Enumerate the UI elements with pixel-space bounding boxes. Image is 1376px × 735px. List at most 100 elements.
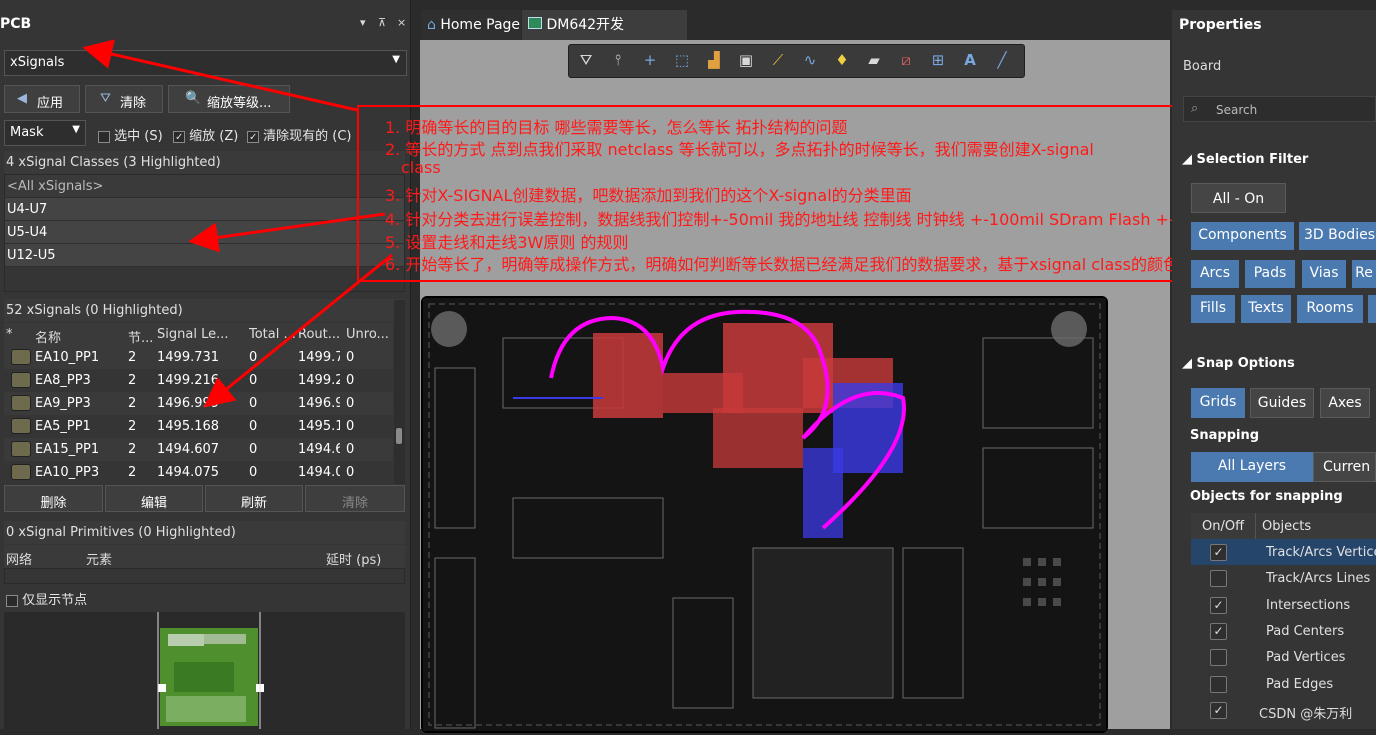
snap-axes-button[interactable]: Axes (1320, 388, 1370, 418)
color-swatch[interactable] (11, 395, 31, 411)
clear-button[interactable]: ⛛ 清除 (85, 85, 163, 113)
column-header[interactable]: 名称 (35, 327, 61, 346)
snapping-label: Snapping (1190, 428, 1260, 443)
snap-checkbox[interactable] (1210, 675, 1227, 693)
list-item[interactable]: <All xSignals> (5, 175, 404, 198)
table-row[interactable]: EA15_PP1 2 1494.607 0 1494.6 0 (4, 438, 393, 461)
filter-vias-button[interactable]: Vias (1302, 260, 1346, 288)
plus-icon[interactable]: + (639, 51, 661, 71)
signals-scrollbar[interactable] (394, 300, 405, 484)
table-row[interactable]: EA10_PP1 2 1499.731 0 1499.7 0 (4, 346, 393, 369)
list-item[interactable]: Pad Vertices (1191, 644, 1376, 670)
filter-more-button[interactable] (1368, 295, 1376, 323)
color-swatch[interactable] (11, 441, 31, 457)
column-header[interactable]: Total ... (249, 327, 296, 342)
list-item[interactable]: ✓ Pad Centers (1191, 618, 1376, 644)
list-item[interactable]: Pad Edges (1191, 671, 1376, 697)
only-nodes-option[interactable]: 仅显示节点 (6, 589, 87, 608)
filter-icon[interactable]: ⛛ (575, 51, 597, 71)
filter-fills-button[interactable]: Fills (1191, 295, 1235, 323)
column-header[interactable]: * (6, 327, 13, 342)
column-header[interactable]: Rout... (298, 327, 340, 342)
color-swatch[interactable] (11, 349, 31, 365)
mode-select[interactable]: xSignals ▼ (4, 50, 407, 76)
column-header[interactable]: Unro... (346, 327, 389, 342)
path-icon[interactable]: ⟋ (767, 51, 789, 71)
line-icon[interactable]: ╱ (991, 51, 1013, 71)
filter-regions-button[interactable]: Re (1352, 260, 1376, 288)
list-item[interactable]: ✓ Track/Arcs Vertices (1191, 539, 1376, 565)
layer-icon[interactable]: ▰ (863, 51, 885, 71)
color-swatch[interactable] (11, 464, 31, 480)
column-header[interactable]: 元素 (86, 549, 112, 568)
bulb-icon[interactable]: ♦ (831, 51, 853, 71)
mask-select[interactable]: Mask ▼ (4, 120, 86, 146)
color-swatch[interactable] (11, 372, 31, 388)
select-option[interactable]: 选中 (S) (98, 125, 163, 144)
search-input[interactable]: ⌕ Search (1183, 96, 1376, 122)
snap-checkbox[interactable] (1210, 649, 1227, 667)
table-row[interactable]: EA10_PP3 2 1494.075 0 1494.0 0 (4, 461, 393, 484)
column-header[interactable]: 网络 (6, 549, 32, 568)
snap-checkbox[interactable]: ✓ (1210, 544, 1227, 561)
panel-menu-icon[interactable]: ▾ (360, 16, 366, 29)
snap-checkbox[interactable]: ✓ (1210, 596, 1227, 614)
table-row[interactable]: EA9_PP3 2 1496.999 0 1496.9 0 (4, 392, 393, 415)
filter-3d-bodies-button[interactable]: 3D Bodies (1299, 222, 1376, 250)
clear-existing-option[interactable]: 清除现有的 (C) (247, 125, 352, 144)
table-cell: 1495.1 (298, 419, 340, 434)
zoom-level-button[interactable]: 🔍 缩放等级... (168, 85, 290, 113)
only-nodes-checkbox[interactable] (6, 594, 18, 607)
text-icon[interactable]: A (959, 51, 981, 71)
clear-rows-button[interactable]: 清除 (305, 485, 405, 512)
snap-checkbox[interactable]: ✓ (1210, 622, 1227, 640)
filter-arcs-button[interactable]: Arcs (1191, 260, 1239, 288)
filter-components-button[interactable]: Components (1191, 222, 1294, 250)
filter-pads-button[interactable]: Pads (1245, 260, 1295, 288)
list-item[interactable]: U4-U7 (5, 198, 404, 221)
zoom-option[interactable]: 缩放 (Z) (173, 125, 238, 144)
filter-rooms-button[interactable]: Rooms (1297, 295, 1363, 323)
selection-filter-header[interactable]: ◢ Selection Filter (1182, 152, 1308, 167)
route-icon[interactable]: ⫯ (607, 51, 629, 71)
pin-icon[interactable]: ⊼ (378, 16, 386, 29)
component-icon[interactable]: ▣ (735, 51, 757, 71)
wave-icon[interactable]: ∿ (799, 51, 821, 71)
list-item[interactable]: U5-U4 (5, 221, 404, 244)
refresh-button[interactable]: 刷新 (205, 485, 303, 512)
list-item[interactable]: U12-U5 (5, 244, 404, 267)
all-on-button[interactable]: All - On (1191, 183, 1286, 213)
clear-existing-checkbox[interactable] (247, 130, 259, 143)
snap-grids-button[interactable]: Grids (1191, 388, 1245, 418)
apply-button[interactable]: ◀ 应用 (4, 85, 80, 113)
close-icon[interactable]: × (397, 16, 406, 29)
table-row[interactable]: EA5_PP1 2 1495.168 0 1495.1 0 (4, 415, 393, 438)
snap-options-header[interactable]: ◢ Snap Options (1182, 356, 1295, 371)
tab-pcb-doc[interactable]: DM642开发板.PcbDoc (522, 10, 687, 63)
snap-guides-button[interactable]: Guides (1250, 388, 1314, 418)
column-header[interactable]: Signal Le... (157, 327, 228, 342)
snap-checkbox[interactable] (1210, 570, 1227, 588)
snap-all-layers-button[interactable]: All Layers (1191, 452, 1313, 482)
zoom-checkbox[interactable] (173, 130, 185, 143)
board-minimap[interactable] (4, 612, 405, 729)
scrollbar-thumb[interactable] (396, 428, 402, 444)
column-header[interactable]: 节... (128, 327, 153, 346)
select-rect-icon[interactable]: ⬚ (671, 51, 693, 71)
select-checkbox[interactable] (98, 130, 110, 143)
diff-pair-icon[interactable]: ⧄ (895, 51, 917, 71)
column-header[interactable]: 延时 (ps) (326, 549, 381, 568)
chart-icon[interactable]: ▟ (703, 51, 725, 71)
color-swatch[interactable] (11, 418, 31, 434)
list-item[interactable]: ✓ Intersections (1191, 592, 1376, 618)
snap-current-layer-button[interactable]: Curren (1313, 452, 1376, 482)
table-row[interactable]: EA8_PP3 2 1499.216 0 1499.2 0 (4, 369, 393, 392)
list-item[interactable]: Track/Arcs Lines (1191, 565, 1376, 591)
snap-checkbox[interactable]: ✓ (1210, 701, 1227, 719)
filter-texts-button[interactable]: Texts (1241, 295, 1291, 323)
pcb-board-view[interactable] (421, 296, 1108, 733)
edit-button[interactable]: 编辑 (105, 485, 203, 512)
delete-button[interactable]: 删除 (4, 485, 103, 512)
measure-icon[interactable]: ⊞ (927, 51, 949, 71)
tab-home-page[interactable]: ⌂ Home Page (421, 10, 521, 40)
